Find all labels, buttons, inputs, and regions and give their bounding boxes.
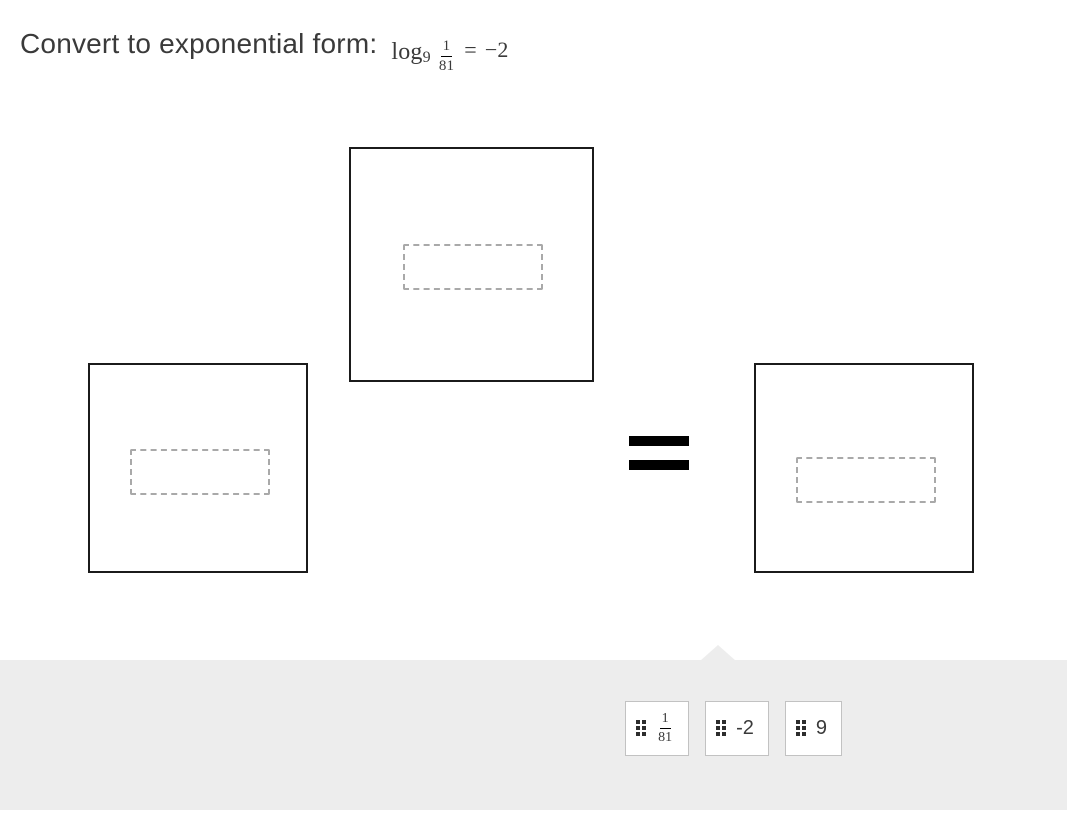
drag-grip-icon xyxy=(796,720,806,736)
tile-tray: 1 81 -2 9 xyxy=(0,660,1067,810)
tile-label: 1 81 xyxy=(656,712,674,745)
fraction-numerator: 1 xyxy=(441,39,453,57)
equals-sign xyxy=(629,436,689,470)
result-drop-slot[interactable] xyxy=(796,457,936,503)
tile-minus-2[interactable]: -2 xyxy=(705,701,769,756)
exponent-drop-slot[interactable] xyxy=(403,244,543,290)
drag-grip-icon xyxy=(716,720,726,736)
fraction-denominator: 81 xyxy=(437,57,456,74)
prompt-prefix: Convert to exponential form: xyxy=(20,28,377,59)
tile-label: 9 xyxy=(816,717,827,740)
base-drop-slot[interactable] xyxy=(130,449,270,495)
expression-stage xyxy=(0,74,1067,660)
tray-notch xyxy=(700,645,736,661)
tile-tray-container: 1 81 -2 9 xyxy=(0,660,1067,810)
prompt-equation: log 9 1 81 = −2 xyxy=(391,39,508,74)
log-base: 9 xyxy=(423,49,431,67)
equals-top-bar xyxy=(629,436,689,446)
tile-fraction-num: 1 xyxy=(660,712,671,729)
question-prompt: Convert to exponential form: log 9 1 81 … xyxy=(0,0,1067,74)
drag-grip-icon xyxy=(636,720,646,736)
exponent-drop-box[interactable] xyxy=(349,147,594,382)
tile-label: -2 xyxy=(736,717,754,740)
rhs-value: −2 xyxy=(485,37,509,63)
tile-9[interactable]: 9 xyxy=(785,701,842,756)
tile-fraction-den: 81 xyxy=(656,729,674,745)
base-drop-box[interactable] xyxy=(88,363,308,573)
equals-symbol: = xyxy=(464,37,477,63)
log-argument-fraction: 1 81 xyxy=(437,39,456,74)
tile-fraction-1-81[interactable]: 1 81 xyxy=(625,701,689,756)
tile-fraction: 1 81 xyxy=(656,712,674,745)
equals-bottom-bar xyxy=(629,460,689,470)
log-word: log xyxy=(391,39,422,66)
result-drop-box[interactable] xyxy=(754,363,974,573)
